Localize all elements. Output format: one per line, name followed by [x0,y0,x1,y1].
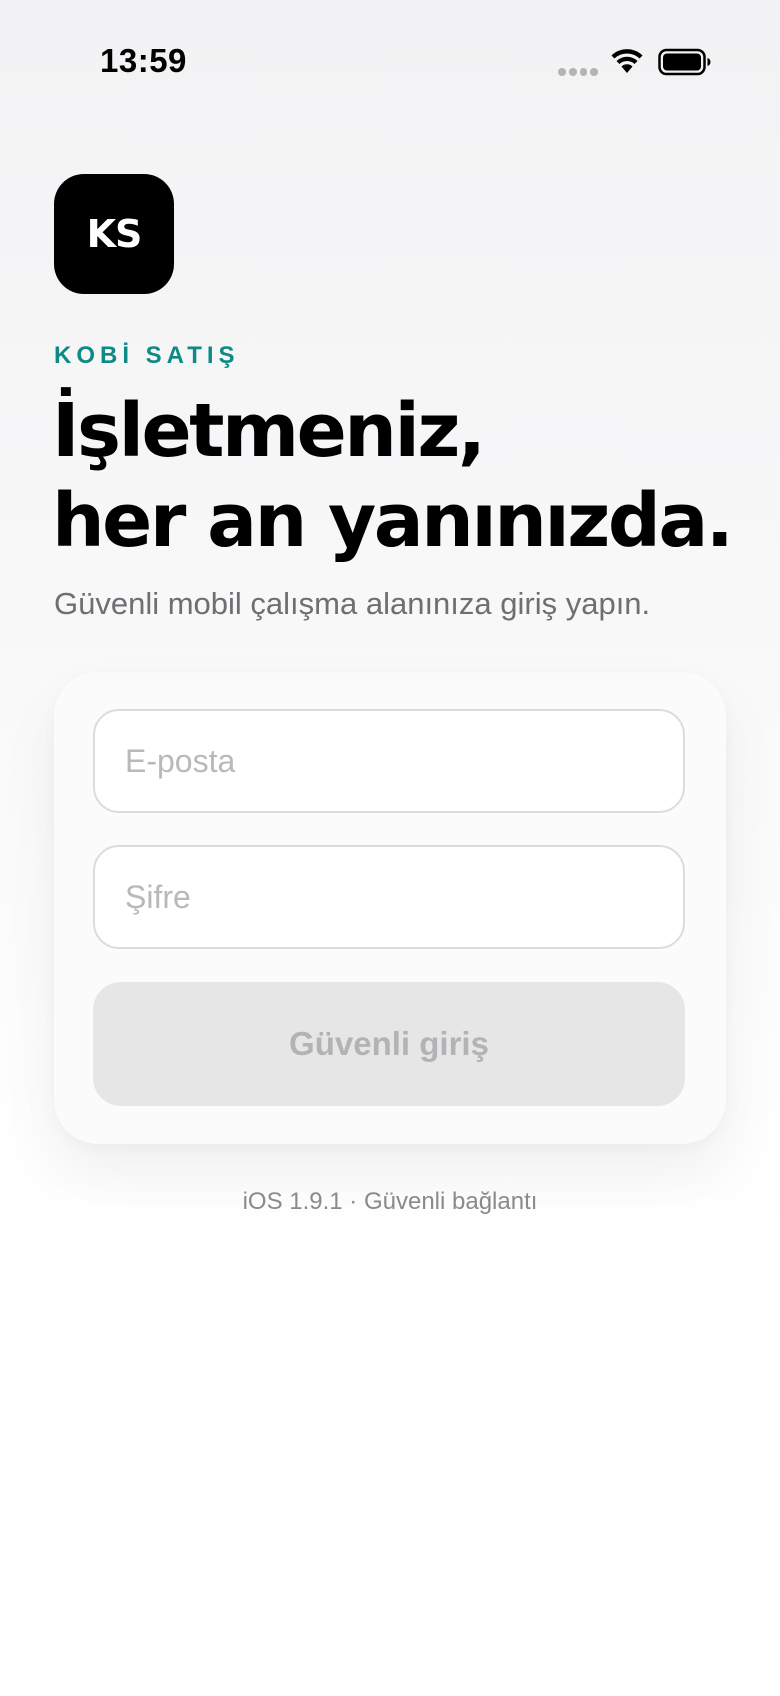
brand-eyebrow: KOBİ SATIŞ [54,342,240,369]
status-time: 13:59 [100,42,187,79]
headline-line-2: her an yanınızda. [52,478,734,564]
subtitle: Güvenli mobil çalışma alanınıza giriş ya… [54,586,651,621]
secure-login-button[interactable]: Güvenli giriş [93,982,685,1106]
cellular-signal-icon [558,68,598,76]
login-card: Güvenli giriş [54,672,726,1144]
app-logo: KS [54,174,174,294]
battery-icon [658,48,711,76]
version-footer: iOS 1.9.1 · Güvenli bağlantı [242,1188,538,1215]
status-bar: 13:59 [0,0,780,120]
wifi-icon [611,49,643,73]
headline-line-1: İşletmeniz, [52,388,486,474]
email-field[interactable] [93,709,685,813]
headline: İşletmeniz, her an yanınızda. [52,386,772,566]
password-field[interactable] [93,845,685,949]
